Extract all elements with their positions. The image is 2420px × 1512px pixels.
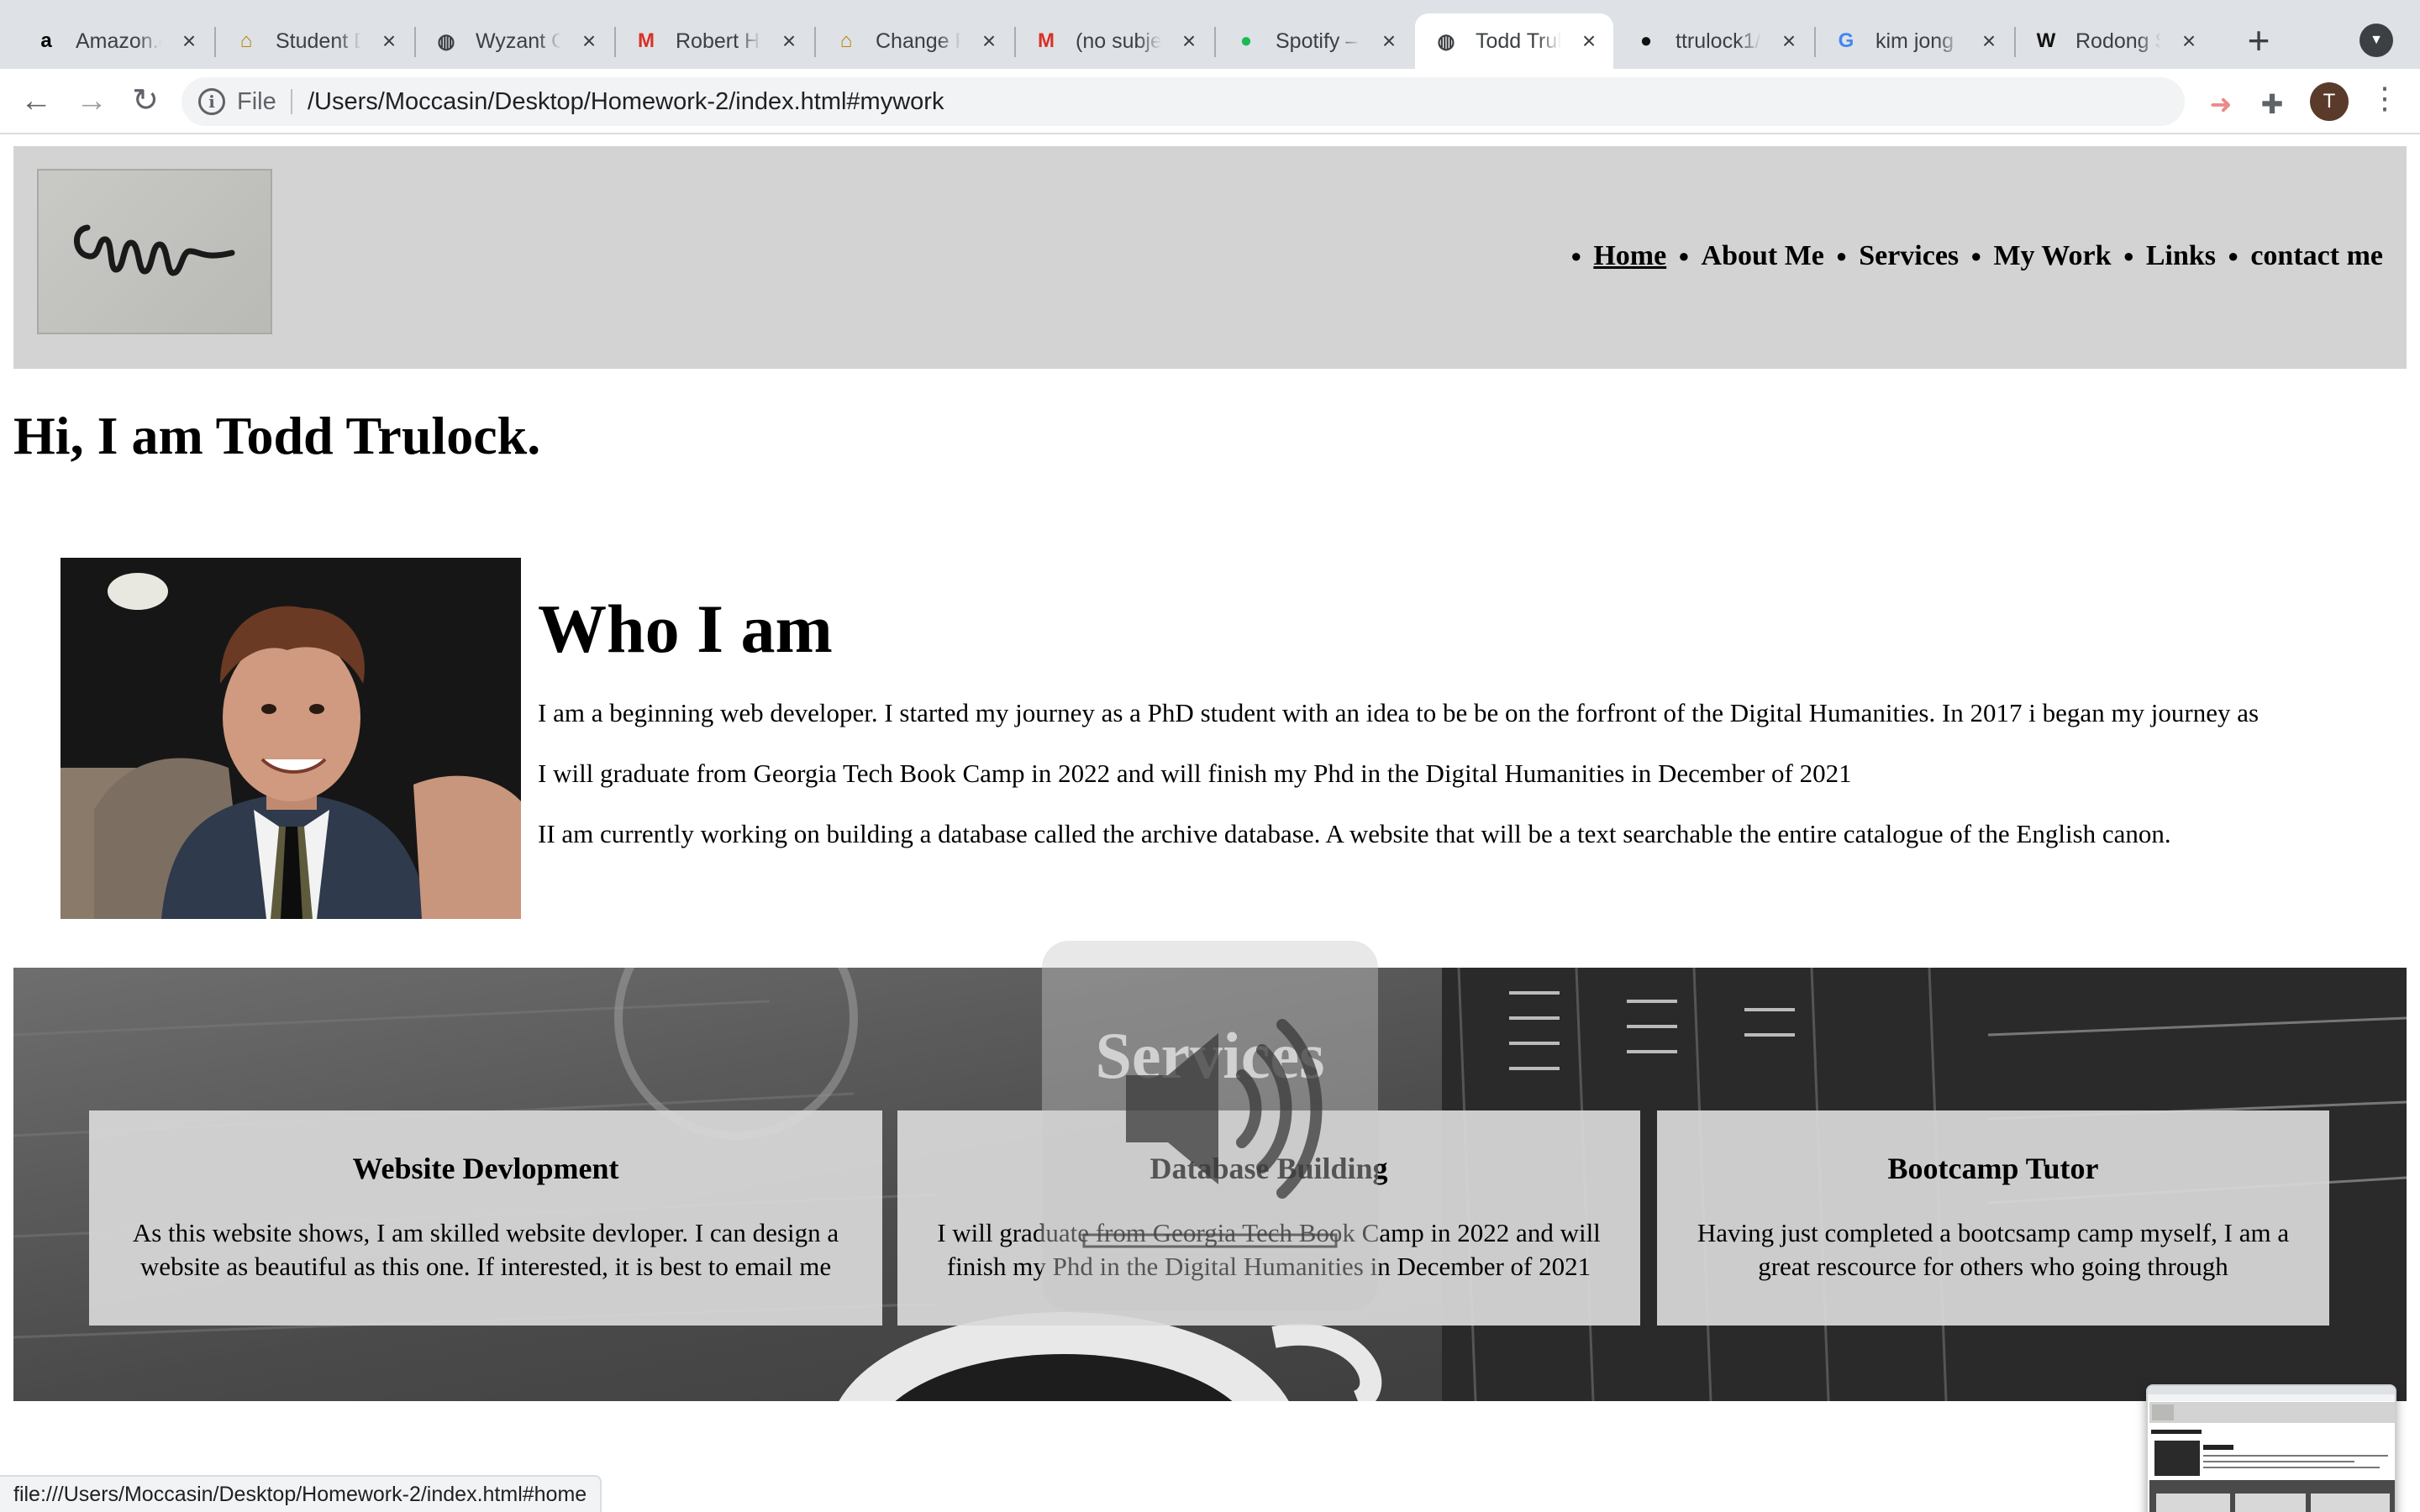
- close-tab-icon[interactable]: ×: [580, 28, 598, 55]
- nav-link-services[interactable]: Services: [1859, 240, 1959, 272]
- about-paragraph: I will graduate from Georgia Tech Book C…: [538, 759, 1852, 788]
- spotify-icon: ●: [1239, 29, 1253, 52]
- browser-tab-title: Amazon.c: [76, 29, 162, 53]
- gmail-icon: M: [638, 29, 655, 52]
- close-tab-icon[interactable]: ×: [2180, 28, 2198, 55]
- browser-tab-title: Todd Trul: [1476, 29, 1562, 53]
- browser-tab[interactable]: ◍ Wyzant O ×: [415, 13, 613, 69]
- nav-bullet: ●: [1835, 245, 1848, 266]
- nav-bullet: ●: [2123, 245, 2134, 266]
- profile-avatar[interactable]: T: [2310, 82, 2349, 121]
- nav-bullet: ●: [2228, 245, 2239, 266]
- browser-tab[interactable]: ● ttrulock1/ ×: [1615, 13, 1813, 69]
- wikipedia-icon: W: [2036, 29, 2056, 52]
- info-icon[interactable]: i: [198, 88, 225, 115]
- service-card: Bootcamp Tutor Having just completed a b…: [1657, 1110, 2329, 1326]
- close-tab-icon[interactable]: ×: [1980, 28, 1998, 55]
- service-card-title: Bootcamp Tutor: [1887, 1152, 2099, 1185]
- reload-button[interactable]: ↻: [124, 81, 166, 123]
- web-page: ● Home ● About Me ● Services ● My Work ●…: [0, 134, 2420, 1512]
- close-tab-icon[interactable]: ×: [180, 28, 198, 55]
- screenshot-thumbnail[interactable]: [2146, 1384, 2396, 1512]
- extensions-puzzle-icon[interactable]: ✚: [2255, 87, 2289, 121]
- nav-bullet: ●: [1678, 245, 1690, 266]
- service-card-text: Having just completed a bootcsamp camp m…: [1697, 1218, 2290, 1281]
- service-card: Website Devlopment As this website shows…: [89, 1110, 882, 1326]
- browser-toolbar: ← → ↻ i File /Users/Moccasin/Desktop/Hom…: [0, 69, 2420, 134]
- globe-icon: ◍: [1437, 29, 1455, 53]
- address-url[interactable]: /Users/Moccasin/Desktop/Homework-2/index…: [308, 88, 944, 116]
- nav-link-my-work[interactable]: My Work: [1993, 240, 2111, 272]
- about-heading: Who I am: [538, 591, 833, 667]
- back-button[interactable]: ←: [15, 81, 57, 123]
- service-card-title: Website Devlopment: [352, 1152, 619, 1185]
- home-icon: ⌂: [839, 29, 853, 52]
- profile-photo: [60, 558, 521, 919]
- gmail-icon: M: [1038, 29, 1055, 52]
- close-tab-icon[interactable]: ×: [1580, 28, 1598, 55]
- about-paragraph: I am a beginning web developer. I starte…: [538, 698, 2260, 727]
- tab-search-button[interactable]: ▼: [2360, 24, 2393, 57]
- nav-bullet: ●: [1570, 245, 1582, 266]
- close-tab-icon[interactable]: ×: [1180, 28, 1198, 55]
- address-scheme: File: [237, 88, 276, 115]
- close-tab-icon[interactable]: ×: [780, 28, 798, 55]
- extension-arrow-icon[interactable]: ➜: [2204, 87, 2238, 121]
- about-section: Who I am I am a beginning web developer.…: [538, 590, 2403, 879]
- browser-tab-title: Spotify –: [1276, 29, 1358, 53]
- site-header: ● Home ● About Me ● Services ● My Work ●…: [13, 146, 2407, 369]
- browser-tab-title: Student D: [276, 29, 362, 53]
- nav-link-links[interactable]: Links: [2146, 240, 2216, 272]
- site-nav: ● Home ● About Me ● Services ● My Work ●…: [1559, 240, 2383, 272]
- globe-icon: ◍: [437, 29, 455, 53]
- browser-tab[interactable]: ◍ Todd Trul ×: [1415, 13, 1613, 69]
- service-card-text: As this website shows, I am skilled webs…: [132, 1218, 839, 1281]
- browser-tab[interactable]: W Rodong S ×: [2015, 13, 2213, 69]
- browser-menu-icon[interactable]: ⋮: [2370, 81, 2400, 116]
- browser-tab-title: ttrulock1/: [1676, 29, 1761, 53]
- browser-tab[interactable]: M (no subje ×: [1015, 13, 1213, 69]
- address-bar[interactable]: i File /Users/Moccasin/Desktop/Homework-…: [182, 77, 2343, 126]
- address-divider: [291, 89, 292, 114]
- signature-logo[interactable]: [37, 169, 272, 334]
- home-icon: ⌂: [239, 29, 253, 52]
- close-tab-icon[interactable]: ×: [1380, 28, 1398, 55]
- amazon-icon: a: [40, 29, 52, 52]
- new-tab-button[interactable]: +: [2235, 18, 2282, 66]
- volume-overlay: [1042, 941, 1378, 1310]
- browser-tab[interactable]: ● Spotify – ×: [1215, 13, 1413, 69]
- browser-tab-title: kim jong: [1876, 29, 1954, 53]
- about-paragraph: II am currently working on building a da…: [538, 819, 2171, 848]
- close-tab-icon[interactable]: ×: [1780, 28, 1798, 55]
- nav-link-contact-me[interactable]: contact me: [2250, 240, 2383, 272]
- browser-tabstrip: a Amazon.c × ⌂ Student D × ◍ Wyzant O × M Robert H…: [0, 0, 2420, 69]
- browser-tab[interactable]: ⌂ Student D ×: [215, 13, 413, 69]
- forward-button[interactable]: →: [71, 81, 113, 123]
- close-tab-icon[interactable]: ×: [380, 28, 398, 55]
- browser-tab[interactable]: M Robert H. ×: [615, 13, 813, 69]
- browser-tab-title: Wyzant O: [476, 29, 562, 53]
- nav-link-about-me[interactable]: About Me: [1702, 240, 1824, 272]
- page-title: Hi, I am Todd Trulock.: [13, 406, 541, 465]
- close-tab-icon[interactable]: ×: [980, 28, 998, 55]
- browser-tab-title: Robert H.: [676, 29, 762, 53]
- speaker-icon: [1082, 1019, 1338, 1248]
- browser-tab[interactable]: Gkim jong ×: [1815, 13, 2013, 69]
- nav-link-home[interactable]: Home: [1593, 240, 1666, 272]
- nav-bullet: ●: [1970, 245, 1982, 266]
- google-icon: G: [1838, 29, 1854, 52]
- status-bar-link-preview: file:///Users/Moccasin/Desktop/Homework-…: [0, 1475, 602, 1512]
- browser-tab[interactable]: a Amazon.c ×: [15, 13, 213, 69]
- browser-tab-title: Change P: [876, 29, 962, 53]
- github-icon: ●: [1639, 29, 1653, 52]
- browser-tab[interactable]: ⌂ Change P ×: [815, 13, 1013, 69]
- browser-tab-title: (no subje: [1076, 29, 1162, 53]
- browser-tab-title: Rodong S: [2075, 29, 2162, 53]
